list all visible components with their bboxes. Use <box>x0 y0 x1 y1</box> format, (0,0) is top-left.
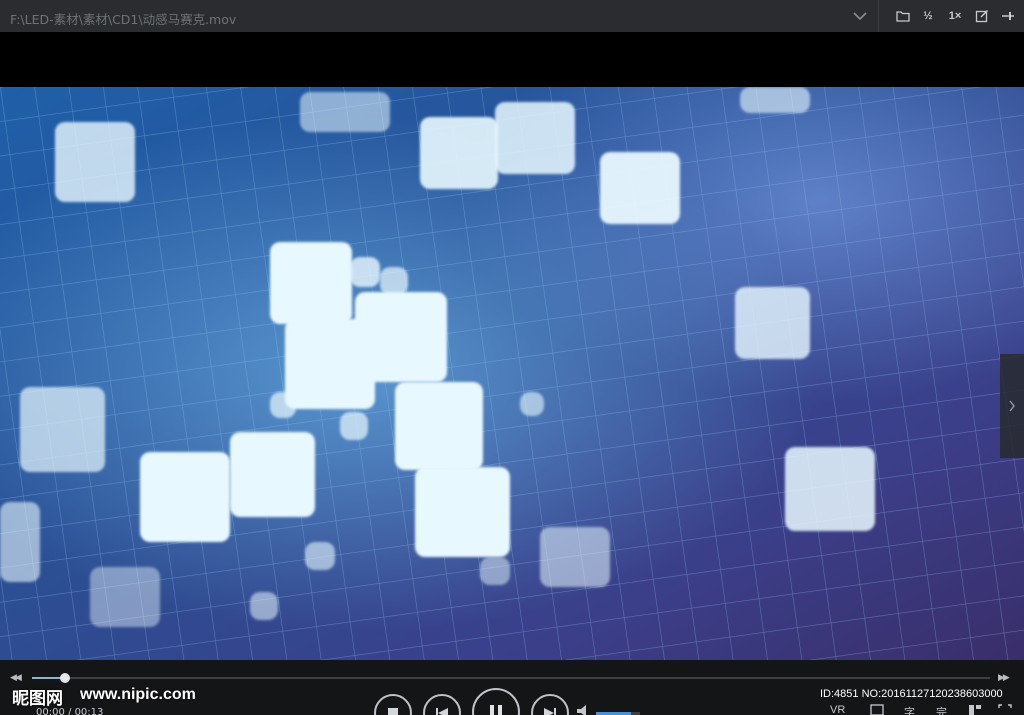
screen-mode-icon[interactable] <box>870 704 884 715</box>
mosaic-tile <box>55 122 135 202</box>
next-button[interactable] <box>531 694 569 715</box>
video-viewport[interactable] <box>0 32 1024 660</box>
mosaic-tile <box>785 447 875 531</box>
mosaic-tile <box>305 542 335 570</box>
mosaic-tile <box>350 257 380 287</box>
chevron-right-icon <box>1009 400 1015 412</box>
mosaic-tile <box>740 87 810 113</box>
pin-icon[interactable] <box>999 7 1017 25</box>
mosaic-tile <box>540 527 610 587</box>
mosaic-tile <box>0 502 40 582</box>
vr-button[interactable]: VR <box>830 704 845 715</box>
stop-icon <box>388 708 398 715</box>
watermark-logo: 昵图网 <box>12 689 63 709</box>
pause-button[interactable] <box>472 688 520 715</box>
mosaic-tile <box>395 382 483 470</box>
mosaic-tile <box>90 567 160 627</box>
mosaic-tile <box>230 432 315 517</box>
mini-mode-icon[interactable] <box>973 7 991 25</box>
mosaic-tile <box>495 102 575 174</box>
mosaic-tile <box>380 267 408 295</box>
folder-icon[interactable] <box>894 7 912 25</box>
mosaic-tile <box>270 242 352 324</box>
mosaic-tile <box>300 92 390 132</box>
mosaic-tile <box>480 557 510 585</box>
seek-back-icon[interactable]: ◀◀ <box>10 672 22 683</box>
completion-button[interactable]: 完 <box>936 704 947 715</box>
mosaic-tile <box>420 117 498 189</box>
window-title: F:\LED-素材\素材\CD1\动感马赛克.mov <box>10 12 237 27</box>
previous-icon <box>436 708 448 715</box>
watermark-url: www.nipic.com <box>80 686 196 703</box>
title-bar: F:\LED-素材\素材\CD1\动感马赛克.mov ½ 1× <box>0 0 1024 32</box>
layout-icon[interactable] <box>968 704 982 715</box>
mosaic-tile <box>250 592 278 620</box>
previous-button[interactable] <box>423 694 461 715</box>
chevron-down-icon[interactable] <box>852 9 868 23</box>
next-icon <box>544 708 556 715</box>
mosaic-tile <box>20 387 105 472</box>
pause-icon <box>490 705 502 715</box>
mosaic-tile <box>270 392 296 418</box>
mosaic-tile <box>140 452 230 542</box>
progress-handle[interactable] <box>59 673 70 683</box>
mosaic-tile <box>600 152 680 224</box>
speed-button[interactable]: 1× <box>946 7 964 25</box>
mosaic-tile <box>735 287 810 359</box>
mosaic-tile <box>415 467 510 557</box>
side-panel-toggle[interactable] <box>1000 354 1024 458</box>
half-size-button[interactable]: ½ <box>919 7 937 25</box>
fullscreen-icon[interactable] <box>998 704 1012 715</box>
watermark-id: ID:4851 NO:20161127120238603000 <box>820 688 1003 700</box>
mosaic-tile <box>325 362 353 388</box>
stop-button[interactable] <box>374 694 412 715</box>
volume-icon[interactable] <box>576 704 590 715</box>
mosaic-tile <box>520 392 544 416</box>
subtitle-button[interactable]: 字 <box>904 704 915 715</box>
time-separator: / <box>64 707 75 715</box>
total-time: 00:13 <box>74 707 104 715</box>
mosaic-tile <box>340 412 368 440</box>
titlebar-divider <box>878 0 879 32</box>
progress-bar[interactable] <box>32 673 990 683</box>
seek-forward-icon[interactable]: ▶▶ <box>998 672 1010 683</box>
video-frame <box>0 87 1024 660</box>
